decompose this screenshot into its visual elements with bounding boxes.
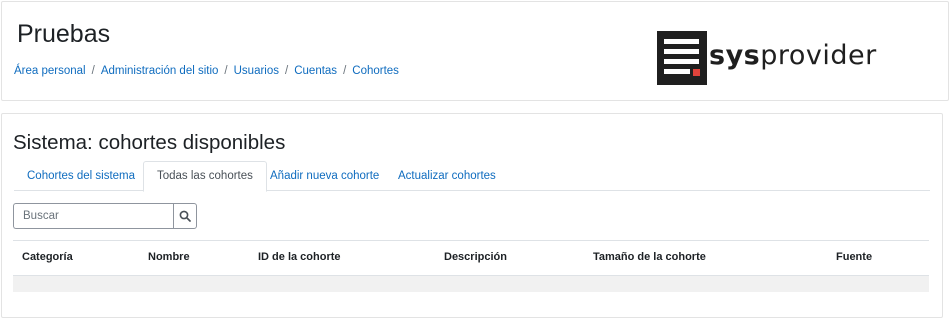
breadcrumb-separator: / — [224, 65, 228, 77]
page-title: Pruebas — [17, 20, 111, 48]
cohorts-table: Categoría Nombre ID de la cohorte Descri… — [13, 240, 929, 292]
breadcrumb-item-site-admin[interactable]: Administración del sitio — [101, 65, 219, 77]
search-icon — [179, 210, 191, 222]
cohort-tabs: Cohortes del sistema Todas las cohortes … — [14, 161, 930, 192]
tab-add-new-cohort[interactable]: Añadir nueva cohorte — [257, 161, 392, 191]
search-button[interactable] — [173, 203, 197, 229]
logo-wordmark: sysprovider — [709, 39, 877, 71]
column-header-source: Fuente — [836, 251, 873, 263]
section-title: Sistema: cohortes disponibles — [13, 131, 286, 154]
breadcrumb-item-area-personal[interactable]: Área personal — [14, 65, 86, 77]
breadcrumb: Área personal / Administración del sitio… — [14, 65, 399, 77]
tab-system-cohorts[interactable]: Cohortes del sistema — [14, 161, 148, 191]
breadcrumb-item-users[interactable]: Usuarios — [234, 65, 279, 77]
sysprovider-logo: sysprovider — [657, 31, 877, 85]
column-header-description: Descripción — [444, 251, 507, 263]
column-header-name[interactable]: Nombre — [148, 241, 190, 274]
tab-all-cohorts[interactable]: Todas las cohortes — [143, 161, 267, 192]
search-input[interactable] — [13, 203, 173, 229]
breadcrumb-separator: / — [343, 65, 347, 77]
column-header-cohort-id[interactable]: ID de la cohorte — [258, 241, 341, 274]
breadcrumb-separator: / — [285, 65, 289, 77]
breadcrumb-separator: / — [91, 65, 95, 77]
breadcrumb-item-accounts[interactable]: Cuentas — [294, 65, 337, 77]
tab-upload-cohorts[interactable]: Actualizar cohortes — [385, 161, 509, 191]
logo-icon — [657, 31, 707, 85]
table-header: Categoría Nombre ID de la cohorte Descri… — [13, 240, 929, 275]
column-header-category[interactable]: Categoría — [22, 241, 73, 274]
breadcrumb-item-cohorts[interactable]: Cohortes — [352, 65, 399, 77]
table-row-empty — [13, 275, 929, 292]
search-form — [13, 203, 197, 229]
column-header-cohort-size: Tamaño de la cohorte — [593, 251, 706, 263]
